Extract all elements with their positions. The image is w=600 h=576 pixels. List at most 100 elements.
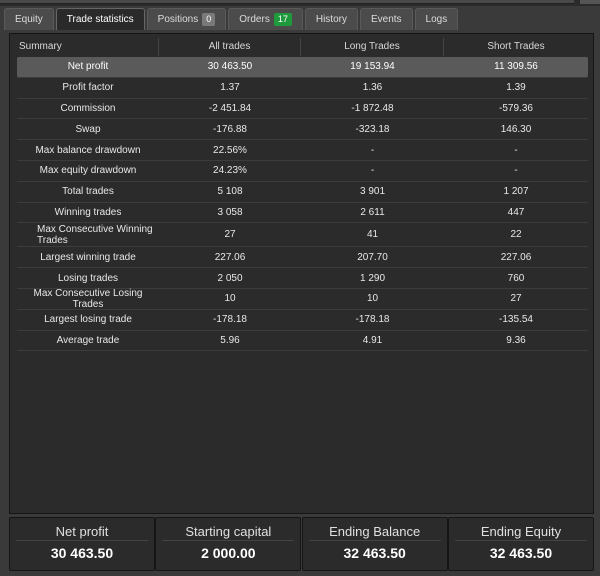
- row-metric-name: Max balance drawdown: [35, 144, 141, 156]
- statistics-table: Net profit 30 463.50 19 153.94 11 309.56 Pro…: [17, 57, 588, 352]
- table-row[interactable]: Total trades 5 108 3 901 1 207: [17, 182, 588, 203]
- net-profit-card: Net profit 30 463.50: [9, 517, 155, 571]
- header-short-trades[interactable]: Short Trades: [444, 38, 588, 56]
- row-short-trades-value: 227.06: [500, 251, 532, 263]
- row-all-trades-value: -178.18: [213, 314, 247, 326]
- row-metric-name: Average trade: [56, 334, 120, 346]
- row-all-trades-value: 227.06: [214, 251, 246, 263]
- row-long-trades-value: -178.18: [355, 314, 390, 326]
- row-all-trades-value: 5 108: [217, 186, 243, 198]
- row-long-trades-value: 1 290: [359, 272, 386, 284]
- table-row[interactable]: Swap -176.88 -323.18 146.30: [17, 119, 588, 141]
- row-metric-name: Profit factor: [62, 82, 114, 94]
- starting-capital-value: 2 000.00: [201, 545, 256, 561]
- header-summary[interactable]: Summary: [17, 38, 159, 56]
- tab-history-label: History: [315, 14, 347, 25]
- row-long-trades-value: 3 901: [359, 186, 386, 198]
- starting-capital-label: Starting capital: [162, 524, 295, 541]
- row-long-trades-value: 19 153.94: [350, 61, 395, 73]
- tab-logs-label: Logs: [425, 14, 448, 25]
- row-metric-name: Max Consecutive Losing Trades: [33, 287, 143, 310]
- row-short-trades-value: 22: [510, 229, 522, 241]
- row-short-trades-value: 146.30: [500, 123, 532, 135]
- tab-events[interactable]: Events: [359, 8, 413, 30]
- table-row[interactable]: Winning trades 3 058 2 611 447: [17, 203, 588, 224]
- ending-balance-label: Ending Balance: [308, 524, 441, 541]
- tab-trade-statistics[interactable]: Trade statistics: [55, 8, 145, 30]
- net-profit-value: 30 463.50: [50, 545, 114, 561]
- row-short-trades-value: 760: [507, 272, 525, 284]
- table-header: Summary All trades Long Trades Short Tra…: [17, 38, 588, 56]
- tab-history[interactable]: History: [304, 8, 358, 30]
- row-all-trades-value: 3 058: [217, 206, 243, 218]
- table-row[interactable]: Net profit 30 463.50 19 153.94 11 309.56: [17, 57, 588, 78]
- table-row[interactable]: Commission -2 451.84 -1 872.48 -579.36: [17, 99, 588, 120]
- row-all-trades-value: 24.23%: [213, 165, 247, 177]
- tab-orders-label: Orders: [239, 14, 270, 25]
- row-long-trades-value: 41: [366, 229, 379, 241]
- row-short-trades-value: 1 207: [503, 186, 529, 198]
- row-metric-name: Largest losing trade: [44, 314, 132, 326]
- row-metric-name: Max equity drawdown: [39, 165, 137, 177]
- table-row[interactable]: Profit factor 1.37 1.36 1.39: [17, 78, 588, 99]
- ending-balance-card: Ending Balance 32 463.50: [301, 517, 448, 571]
- row-all-trades-value: 1.37: [220, 82, 240, 94]
- row-long-trades-value: 4.91: [362, 334, 383, 346]
- ending-equity-card: Ending Equity 32 463.50: [447, 517, 594, 571]
- starting-capital-card: Starting capital 2 000.00: [155, 517, 302, 571]
- row-long-trades-value: 1.36: [362, 82, 383, 94]
- table-row[interactable]: Largest winning trade 227.06 207.70 227.06: [17, 247, 588, 269]
- row-metric-name: Max Consecutive Winning Trades: [37, 223, 153, 246]
- row-all-trades-value: 10: [224, 293, 236, 305]
- header-long-trades[interactable]: Long Trades: [301, 38, 444, 56]
- net-profit-label: Net profit: [16, 524, 148, 541]
- row-metric-name: Net profit: [67, 61, 109, 73]
- row-all-trades-value: -2 451.84: [208, 102, 252, 114]
- row-metric-name: Total trades: [62, 186, 114, 198]
- table-row[interactable]: Max balance drawdown 22.56% - -: [17, 140, 588, 161]
- row-metric-name: Losing trades: [57, 272, 119, 284]
- row-all-trades-value: 2 050: [217, 272, 243, 284]
- row-short-trades-value: 447: [507, 206, 525, 218]
- statistics-panel: Summary All trades Long Trades Short Tra…: [9, 33, 594, 514]
- row-metric-name: Commission: [60, 102, 116, 114]
- row-short-trades-value: 11 309.56: [494, 61, 538, 73]
- tab-positions[interactable]: Positions 0: [146, 8, 227, 30]
- row-short-trades-value: -135.54: [499, 314, 533, 326]
- orders-count-badge: 17: [273, 13, 292, 26]
- row-long-trades-value: -: [370, 165, 375, 177]
- row-all-trades-value: 27: [224, 229, 236, 241]
- tab-trade-statistics-label: Trade statistics: [66, 14, 134, 25]
- row-short-trades-value: -579.36: [499, 102, 533, 114]
- tab-equity-label: Equity: [15, 14, 43, 25]
- tab-equity[interactable]: Equity: [4, 8, 54, 30]
- positions-count-badge: 0: [202, 13, 216, 26]
- tab-bar: Equity Trade statistics Positions 0 Orde…: [4, 8, 460, 30]
- row-long-trades-value: 207.70: [357, 251, 388, 263]
- table-row[interactable]: Max Consecutive Winning Trades 27 41 22: [17, 223, 588, 248]
- row-long-trades-value: 10: [366, 293, 379, 305]
- table-row[interactable]: Average trade 5.96 4.91 9.36: [17, 331, 588, 352]
- row-long-trades-value: -323.18: [355, 123, 390, 135]
- table-row[interactable]: Max Consecutive Losing Trades 10 10 27: [17, 287, 588, 310]
- row-short-trades-value: 9.36: [506, 334, 526, 346]
- row-long-trades-value: 2 611: [360, 206, 385, 218]
- tab-positions-label: Positions: [157, 14, 199, 25]
- ending-equity-value: 32 463.50: [489, 545, 553, 561]
- row-all-trades-value: 30 463.50: [207, 61, 253, 73]
- scrollbar-track[interactable]: [0, 0, 574, 4]
- row-all-trades-value: 5.96: [220, 334, 240, 346]
- row-metric-name: Winning trades: [54, 206, 122, 218]
- table-row[interactable]: Losing trades 2 050 1 290 760: [17, 268, 588, 289]
- header-all-trades[interactable]: All trades: [159, 38, 301, 56]
- scrollbar-end[interactable]: [580, 0, 600, 4]
- tab-logs[interactable]: Logs: [414, 8, 459, 30]
- tab-events-label: Events: [370, 14, 402, 25]
- table-row[interactable]: Max equity drawdown 24.23% - -: [17, 161, 588, 182]
- row-short-trades-value: -: [514, 165, 518, 177]
- ending-equity-label: Ending Equity: [454, 524, 587, 541]
- table-row[interactable]: Largest losing trade -178.18 -178.18 -135.5…: [17, 310, 588, 331]
- row-metric-name: Largest winning trade: [40, 251, 136, 263]
- tab-orders[interactable]: Orders 17: [228, 8, 303, 30]
- row-all-trades-value: 22.56%: [213, 144, 247, 156]
